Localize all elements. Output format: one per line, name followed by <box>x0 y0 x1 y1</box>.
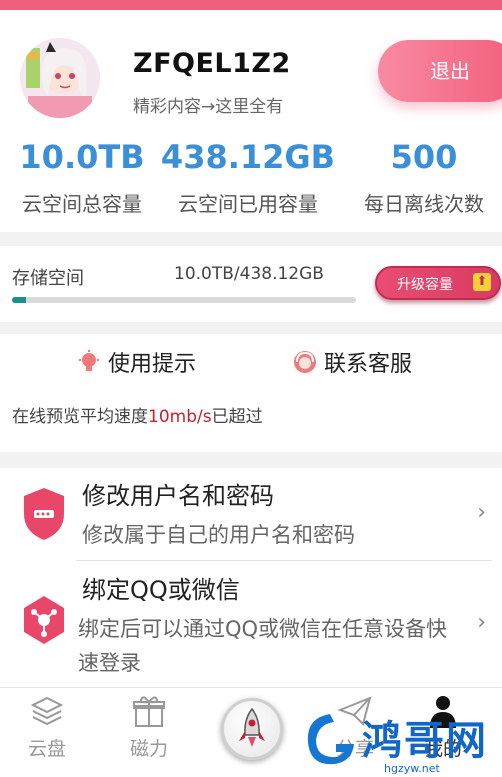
stat-label: 云空间总容量 <box>22 192 142 216</box>
watermark-url: hgzyw.net <box>384 762 440 775</box>
stat-daily-offline: 500 每日离线次数 <box>350 138 498 217</box>
storage-stats: 10.0TB 云空间总容量 438.12GB 云空间已用容量 500 每日离线次… <box>0 138 502 228</box>
help-row: 使用提示 联系客服 <box>0 336 502 388</box>
stat-total-capacity: 10.0TB 云空间总容量 <box>8 138 156 217</box>
notice-suffix: 已超过 <box>211 407 263 427</box>
watermark-text: 鸿哥网 <box>362 718 488 764</box>
nav-cloud-disk[interactable]: 云盘 <box>12 694 82 761</box>
stat-value: 438.12GB <box>160 138 336 176</box>
bind-social-item[interactable]: 绑定QQ或微信 绑定后可以通过QQ或微信在任意设备快速登录 › <box>0 562 502 682</box>
nav-label: 云盘 <box>27 738 66 760</box>
notice-speed: 10mb/s <box>148 407 212 427</box>
stat-value: 10.0TB <box>19 138 145 176</box>
section-gap <box>0 232 502 246</box>
divider <box>76 560 492 561</box>
nav-magnet[interactable]: 磁力 <box>114 694 184 761</box>
link-nodes-icon <box>24 596 64 644</box>
tagline: 精彩内容→这里全有 <box>133 97 284 117</box>
upgrade-label: 升级容量 <box>397 277 453 293</box>
avatar[interactable] <box>20 38 100 118</box>
logout-button[interactable]: 退出 <box>378 40 502 102</box>
layers-icon <box>30 696 64 726</box>
shield-lock-icon <box>24 488 64 540</box>
rocket-icon <box>239 707 265 747</box>
storage-value: 10.0TB/438.12GB <box>174 264 324 284</box>
upgrade-capacity-button[interactable]: 升级容量 ⬆ <box>375 266 501 300</box>
headset-icon <box>294 351 316 373</box>
storage-progress-bar <box>12 297 356 303</box>
speed-notice: 在线预览平均速度10mb/s已超过 <box>12 402 492 436</box>
username: ZFQEL1Z2 <box>133 48 291 79</box>
item-title: 修改用户名和密码 <box>82 482 274 510</box>
usage-tips-label: 使用提示 <box>108 352 197 377</box>
watermark-swirl-icon <box>307 714 354 765</box>
storage-progress-fill <box>12 297 26 303</box>
change-credentials-item[interactable]: 修改用户名和密码 修改属于自己的用户名和密码 › <box>0 470 502 560</box>
section-gap <box>0 452 502 468</box>
item-description: 修改属于自己的用户名和密码 <box>82 523 355 547</box>
notice-prefix: 在线预览平均速度 <box>12 407 148 427</box>
section-gap <box>0 322 502 334</box>
stat-label: 每日离线次数 <box>364 192 484 216</box>
watermark-logo: 鸿哥网 hgzyw.net <box>300 704 500 777</box>
item-title: 绑定QQ或微信 <box>82 576 240 604</box>
nav-label: 磁力 <box>129 738 168 760</box>
up-arrow-icon: ⬆ <box>473 273 491 291</box>
stat-label: 云空间已用容量 <box>178 192 318 216</box>
stat-value: 500 <box>390 138 458 176</box>
rocket-button[interactable] <box>221 698 283 760</box>
top-strip <box>0 0 502 10</box>
contact-support-label: 联系客服 <box>324 352 413 377</box>
stat-used-capacity: 438.12GB 云空间已用容量 <box>160 138 336 217</box>
contact-support-button[interactable]: 联系客服 <box>292 346 412 378</box>
item-description: 绑定后可以通过QQ或微信在任意设备快速登录 <box>78 617 448 675</box>
storage-label: 存储空间 <box>12 268 84 289</box>
gift-icon <box>133 696 165 727</box>
usage-tips-button[interactable]: 使用提示 <box>76 346 196 378</box>
lightbulb-icon <box>79 350 99 371</box>
chevron-right-icon: › <box>477 610 486 635</box>
chevron-right-icon: › <box>477 500 486 525</box>
